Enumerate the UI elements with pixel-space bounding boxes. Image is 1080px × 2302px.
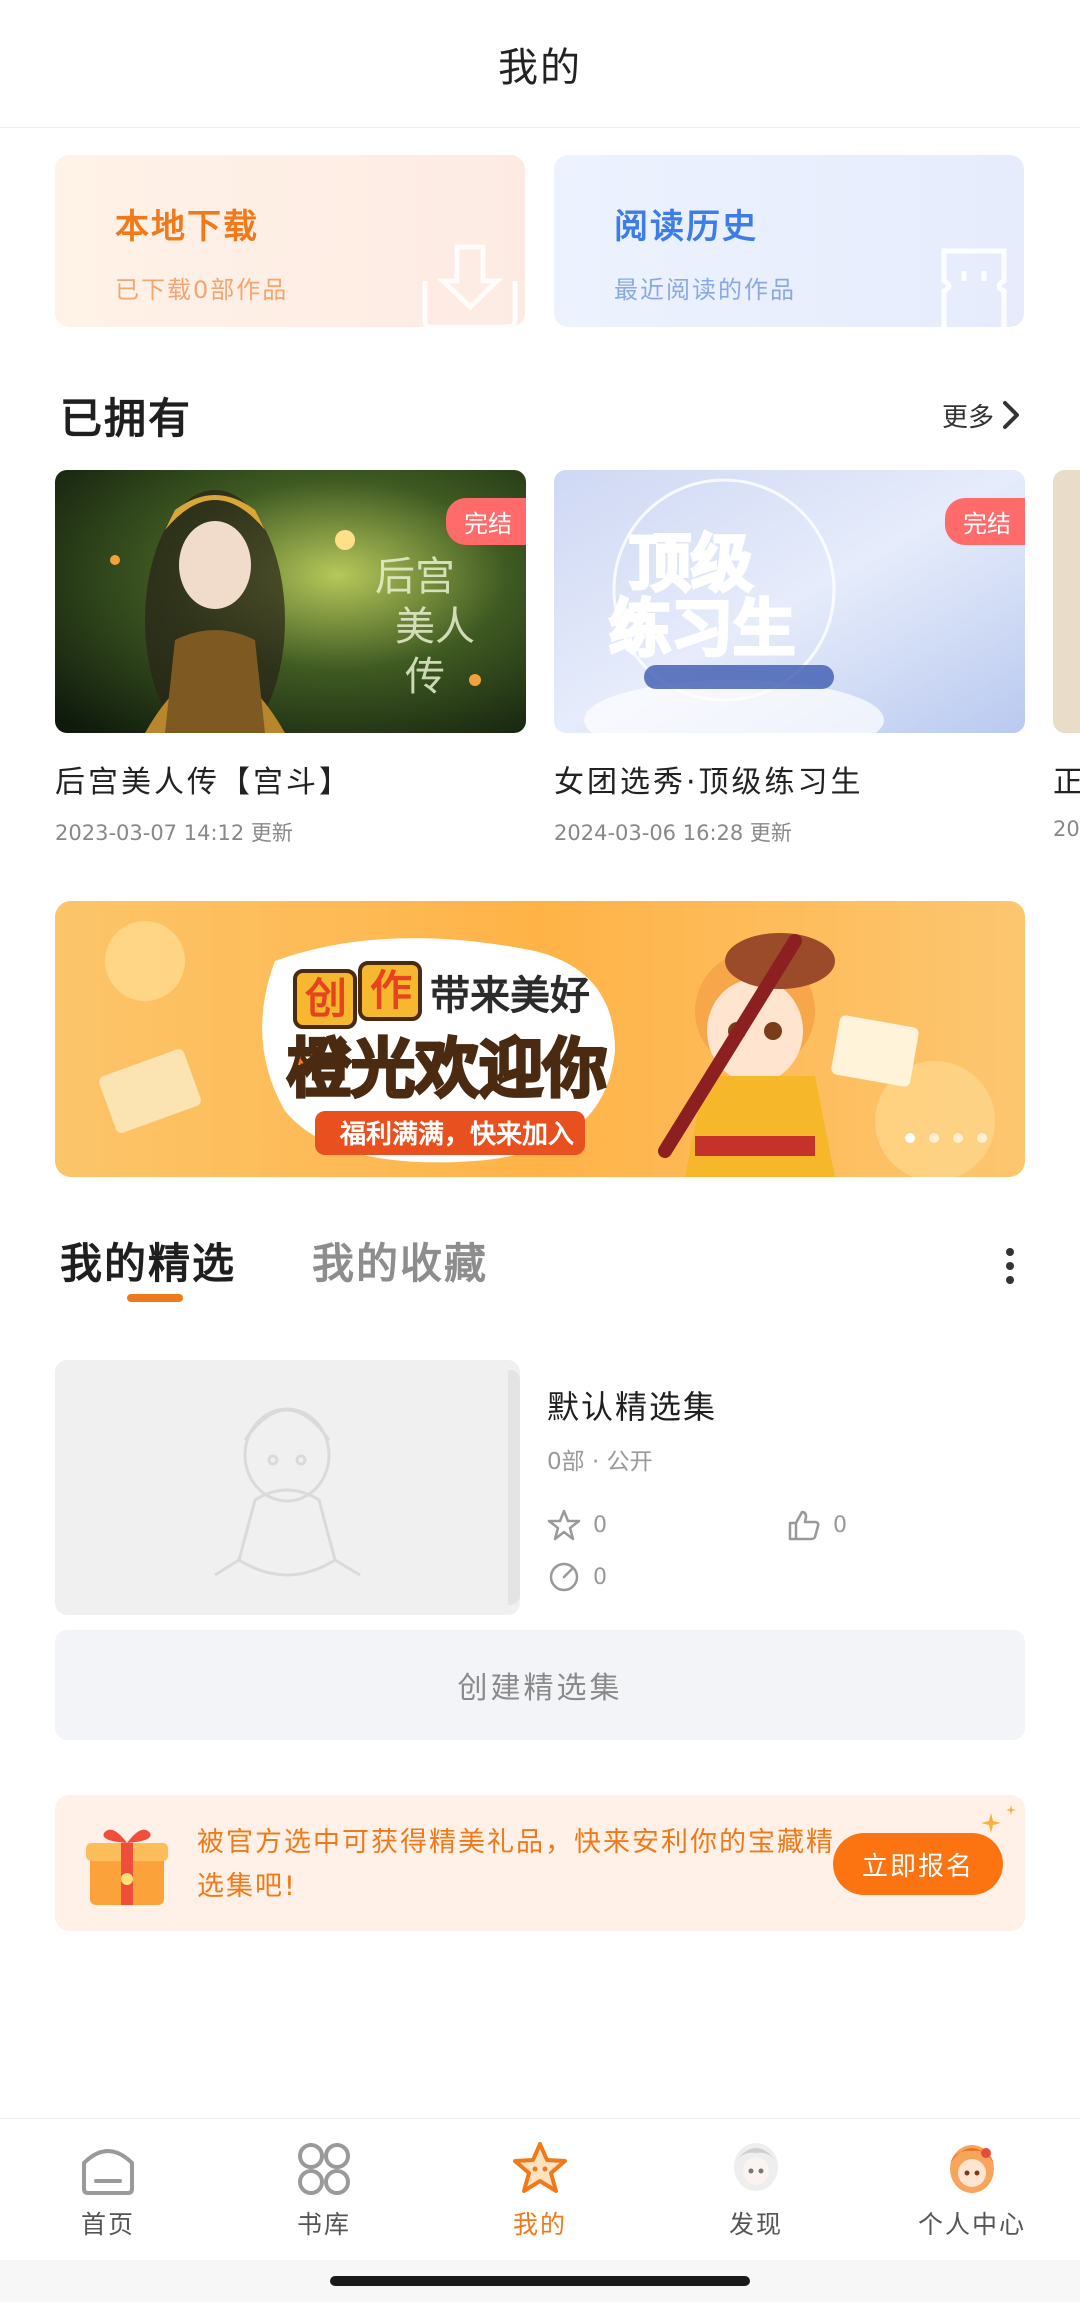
banner-pagination (905, 1133, 987, 1143)
placeholder-mascot-icon (214, 1407, 361, 1577)
owned-section-header: 已拥有 更多 (60, 385, 1020, 445)
gift-icon (86, 1829, 168, 1905)
book-cover (1053, 470, 1080, 733)
book-cover: 后宫 美人 传 完结 (55, 470, 526, 733)
svg-text:传: 传 (405, 654, 445, 699)
nav-mine[interactable]: 我的 (432, 2119, 648, 2260)
nav-discover[interactable]: 发现 (648, 2119, 864, 2260)
signup-button[interactable]: 立即报名 (833, 1833, 1003, 1895)
favorites-count: 0 (593, 1512, 607, 1538)
favorites-stat: 0 (547, 1508, 607, 1542)
views-stat: 0 (547, 1560, 607, 1594)
nav-library-label: 书库 (296, 2210, 351, 2239)
completed-badge: 完结 (446, 498, 526, 545)
likes-count: 0 (833, 1512, 847, 1538)
svg-text:福利满满，快来加入: 福利满满，快来加入 (339, 1119, 574, 1149)
book-cover: 顶级 练习生 完结 (554, 470, 1025, 733)
collection-item[interactable]: 默认精选集 0部 · 公开 0 0 0 (55, 1360, 1025, 1615)
tab-my-favorites[interactable]: 我的收藏 (312, 1230, 488, 1291)
book-updated: 2023-03-07 14:12 更新 (55, 821, 293, 845)
collection-thumbnail (55, 1360, 520, 1615)
views-count: 0 (593, 1564, 607, 1590)
book-updated: 2024-03-06 16:28 更新 (554, 821, 792, 845)
bottom-nav: 首页 书库 我的 发现 个人中心 (0, 2118, 1080, 2260)
star-icon (513, 2142, 567, 2193)
sparkle-icon (981, 1805, 1016, 1833)
collection-name: 默认精选集 (547, 1388, 718, 1426)
book-card[interactable]: 顶级 练习生 完结 女团选秀·顶级练习生 2024-03-06 16:28 更新 (554, 470, 1025, 847)
banner-artwork: 创 作 带来美好 橙光欢迎你 福利满满，快来加入 (55, 901, 1025, 1177)
owned-more-label: 更多 (941, 402, 994, 433)
star-outline-icon (547, 1509, 581, 1541)
local-download-card[interactable]: 本地下载 已下载0部作品 (55, 155, 525, 327)
reading-history-card[interactable]: 阅读历史 最近阅读的作品 (554, 155, 1024, 327)
gauge-icon (549, 1562, 579, 1592)
banner-dot-active (905, 1133, 915, 1143)
svg-text:带来美好: 带来美好 (430, 974, 590, 1018)
home-icon (82, 2149, 134, 2195)
promo-text: 被官方选中可获得精美礼品，快来安利你的宝藏精选集吧! (197, 1827, 835, 1902)
ticket-icon (941, 248, 1007, 327)
svg-text:后宫: 后宫 (375, 554, 455, 599)
collection-meta: 0部 · 公开 (547, 1449, 653, 1475)
book-updated: 202 (1053, 817, 1080, 841)
promo-card: 被官方选中可获得精美礼品，快来安利你的宝藏精选集吧! 立即报名 (55, 1795, 1025, 1931)
page-title: 我的 (498, 44, 582, 91)
nav-home-label: 首页 (80, 2210, 135, 2239)
svg-text:橙光欢迎你: 橙光欢迎你 (287, 1033, 607, 1105)
nav-profile[interactable]: 个人中心 (864, 2119, 1080, 2260)
likes-stat: 0 (787, 1508, 847, 1542)
thumbs-up-icon (788, 1510, 820, 1541)
svg-text:作: 作 (370, 967, 412, 1014)
nav-discover-label: 发现 (728, 2210, 783, 2239)
svg-text:顶级: 顶级 (629, 530, 753, 599)
banner-dot (953, 1133, 963, 1143)
collection-tabs: 我的精选 我的收藏 (60, 1230, 1020, 1310)
more-options-icon[interactable] (1000, 1246, 1020, 1286)
promo-banner[interactable]: 创 作 带来美好 橙光欢迎你 福利满满，快来加入 (55, 901, 1025, 1177)
nav-mine-label: 我的 (512, 2210, 567, 2239)
banner-line1-part: 创 (305, 975, 347, 1022)
create-collection-button[interactable]: 创建精选集 (55, 1630, 1025, 1740)
tab-my-picks[interactable]: 我的精选 (60, 1230, 236, 1291)
active-tab-indicator (127, 1294, 183, 1302)
banner-dot (977, 1133, 987, 1143)
completed-badge: 完结 (945, 498, 1025, 545)
discover-avatar-icon (734, 2143, 778, 2191)
book-title: 后宫美人传【宫斗】 (55, 765, 352, 800)
svg-text:美人: 美人 (395, 604, 475, 649)
book-card[interactable]: 后宫 美人 传 完结 后宫美人传【宫斗】 2023-03-07 14:12 更新 (55, 470, 526, 847)
owned-more-link[interactable]: 更多 (942, 397, 1020, 434)
top-bar: 我的 (0, 0, 1080, 128)
nav-library[interactable]: 书库 (216, 2119, 432, 2260)
svg-text:练习生: 练习生 (609, 595, 795, 664)
profile-avatar-icon (950, 2145, 994, 2193)
owned-books-carousel[interactable]: 后宫 美人 传 完结 后宫美人传【宫斗】 2023-03-07 14:12 更新 (55, 470, 1080, 850)
book-title: 正 (1053, 765, 1080, 800)
home-indicator[interactable] (330, 2276, 750, 2286)
banner-dot (929, 1133, 939, 1143)
library-icon (298, 2143, 350, 2195)
owned-section-title: 已拥有 (60, 393, 193, 443)
nav-profile-label: 个人中心 (917, 2210, 1026, 2239)
chevron-right-icon (1003, 401, 1019, 429)
download-icon (422, 244, 518, 327)
book-title: 女团选秀·顶级练习生 (554, 765, 864, 800)
nav-home[interactable]: 首页 (0, 2119, 216, 2260)
book-card[interactable]: 正 202 (1053, 470, 1080, 841)
